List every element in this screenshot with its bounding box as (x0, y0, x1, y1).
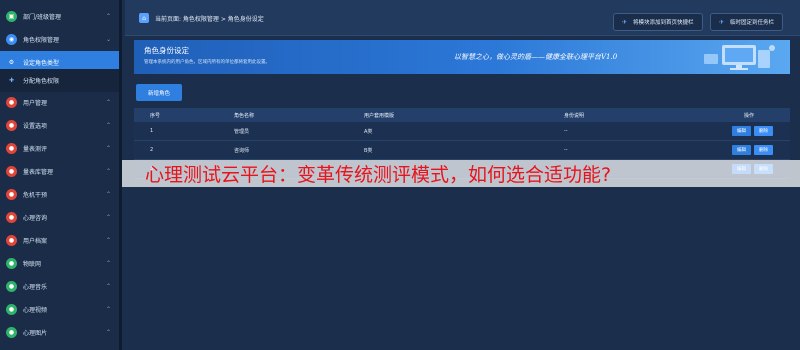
delete-button[interactable]: 删除 (754, 145, 773, 155)
sidebar-item-roles[interactable]: ◉ 角色权限管理 ⌄ (0, 28, 119, 51)
file-icon: ● (6, 235, 17, 246)
column-header-name: 角色名称 (234, 112, 255, 119)
sidebar-item-video[interactable]: ● 心理视频 ⌃ (0, 298, 119, 321)
caption-text: 心理测试云平台：变革传统测评模式，如何选合适功能? (145, 164, 612, 186)
sidebar-item-org[interactable]: ▣ 部门/班级管理 ⌃ (0, 5, 119, 28)
home-icon[interactable]: ⌂ (139, 13, 149, 23)
music-icon: ● (6, 281, 17, 292)
sidebar-item-label: 用户管理 (23, 100, 48, 107)
iot-icon: ● (6, 258, 17, 269)
cell-template: B类 (364, 147, 373, 154)
org-icon: ▣ (6, 11, 17, 22)
chevron-up-icon: ⌃ (105, 191, 111, 198)
sidebar-item-label: 量表库管理 (23, 169, 54, 176)
sidebar-item-settings[interactable]: ● 设置选项 ⌃ (0, 114, 119, 137)
pin-icon: ✈ (622, 18, 628, 26)
sidebar-item-label: 部门/班级管理 (23, 14, 62, 21)
breadcrumb-text: 当前页面: 角色权限管理 > 角色身份设定 (155, 15, 264, 23)
pin-taskbar-button[interactable]: ✈ 临时固定到任务栏 (710, 13, 784, 31)
sidebar-item-users[interactable]: ● 用户管理 ⌃ (0, 91, 119, 114)
chat-icon: ● (6, 212, 17, 223)
sidebar-item-assessment[interactable]: ● 量表测评 ⌃ (0, 137, 119, 160)
sidebar-item-label: 角色权限管理 (23, 37, 60, 44)
sidebar-item-label: 物联网 (23, 261, 42, 268)
chevron-up-icon: ⌃ (105, 122, 111, 129)
sidebar-item-music[interactable]: ● 心理音乐 ⌃ (0, 275, 119, 298)
sidebar-item-label: 分配角色权限 (23, 78, 60, 85)
chevron-up-icon: ⌃ (105, 99, 111, 106)
page-banner: 角色身份设定 管理本系统内的用户角色，区域内所有的单位都将套用此设置。 以智慧之… (134, 40, 790, 74)
chevron-down-icon: ⌄ (105, 36, 111, 43)
delete-button[interactable]: 删除 (754, 126, 773, 136)
cell-ops: 编辑 删除 (732, 122, 776, 140)
table-header: 序号 角色名称 用户套用模版 身份说明 操作 (134, 108, 790, 122)
column-header-ops: 操作 (744, 112, 755, 119)
cell-ops: 编辑 删除 (732, 141, 776, 159)
column-header-seq: 序号 (150, 112, 161, 119)
user-icon: ● (6, 97, 17, 108)
video-icon: ● (6, 304, 17, 315)
chevron-up-icon: ⌃ (105, 214, 111, 221)
chevron-up-icon: ⌃ (105, 168, 111, 175)
banner-slogan: 以智慧之心，做心灵的盾——健康全联心理平台V1.0 (454, 53, 618, 61)
sidebar-item-label: 心理咨询 (23, 215, 48, 222)
add-role-button[interactable]: 新增角色 (136, 84, 182, 101)
cell-desc: -- (564, 128, 568, 134)
library-icon: ● (6, 166, 17, 177)
cell-seq: 2 (150, 147, 154, 153)
add-to-quickbar-label: 将模块添加到首页快捷栏 (633, 20, 694, 26)
computer-illustration-icon (704, 45, 775, 70)
gear-icon: ⚙ (8, 59, 15, 66)
sidebar-item-label: 用户档案 (23, 238, 48, 245)
sidebar-item-label: 心理音乐 (23, 284, 48, 291)
sidebar: ▣ 部门/班级管理 ⌃ ◉ 角色权限管理 ⌄ ⚙ 设定角色类型 ✚ 分配角色权限… (0, 0, 122, 350)
cell-template: A类 (364, 128, 373, 135)
sidebar-item-library[interactable]: ● 量表库管理 ⌃ (0, 160, 119, 183)
edit-button[interactable]: 编辑 (732, 145, 751, 155)
column-header-template: 用户套用模版 (364, 112, 395, 119)
edit-button[interactable]: 编辑 (732, 126, 751, 136)
pin-icon: ✈ (719, 18, 725, 26)
chevron-up-icon: ⌃ (105, 145, 111, 152)
sidebar-item-label: 量表测评 (23, 146, 48, 153)
sidebar-item-iot[interactable]: ● 物联网 ⌃ (0, 252, 119, 275)
topbar: ⌂ 当前页面: 角色权限管理 > 角色身份设定 ✈ 将模块添加到首页快捷栏 ✈ … (125, 0, 800, 36)
sidebar-item-label: 心理视频 (23, 307, 48, 314)
chevron-up-icon: ⌃ (105, 329, 111, 336)
settings-icon: ● (6, 120, 17, 131)
cell-name: 管理员 (234, 128, 250, 135)
cell-seq: 1 (150, 128, 154, 134)
page-description: 管理本系统内的用户角色，区域内所有的单位都将套用此设置。 (144, 60, 270, 65)
breadcrumb: ⌂ 当前页面: 角色权限管理 > 角色身份设定 (139, 13, 264, 23)
test-icon: ● (6, 143, 17, 154)
page-title: 角色身份设定 (144, 46, 189, 55)
sidebar-item-label: 心理图片 (23, 330, 48, 337)
chevron-up-icon: ⌃ (105, 260, 111, 267)
sidebar-item-archive[interactable]: ● 用户档案 ⌃ (0, 229, 119, 252)
cell-desc: -- (564, 147, 568, 153)
sidebar-item-consult[interactable]: ● 心理咨询 ⌃ (0, 206, 119, 229)
sidebar-item-label: 设定角色类型 (23, 60, 60, 67)
chevron-up-icon: ⌃ (105, 237, 111, 244)
pin-taskbar-label: 临时固定到任务栏 (730, 20, 775, 26)
chevron-up-icon: ⌃ (105, 283, 111, 290)
sidebar-item-label: 设置选项 (23, 123, 48, 130)
sidebar-item-crisis[interactable]: ● 危机干预 ⌃ (0, 183, 119, 206)
sidebar-item-label: 危机干预 (23, 192, 48, 199)
table-row: 2 咨询师 B类 -- 编辑 删除 (134, 141, 790, 160)
alert-icon: ● (6, 189, 17, 200)
column-header-desc: 身份说明 (564, 112, 585, 119)
cell-name: 咨询师 (234, 147, 250, 154)
puzzle-icon: ✚ (8, 77, 15, 84)
chevron-up-icon: ⌃ (105, 306, 111, 313)
sidebar-item-assign-perm[interactable]: ✚ 分配角色权限 (0, 69, 119, 92)
sidebar-item-images[interactable]: ● 心理图片 ⌃ (0, 321, 119, 344)
image-icon: ● (6, 327, 17, 338)
chevron-up-icon: ⌃ (105, 13, 111, 20)
table-row: 1 管理员 A类 -- 编辑 删除 (134, 122, 790, 141)
add-to-quickbar-button[interactable]: ✈ 将模块添加到首页快捷栏 (613, 13, 703, 31)
role-icon: ◉ (6, 34, 17, 45)
